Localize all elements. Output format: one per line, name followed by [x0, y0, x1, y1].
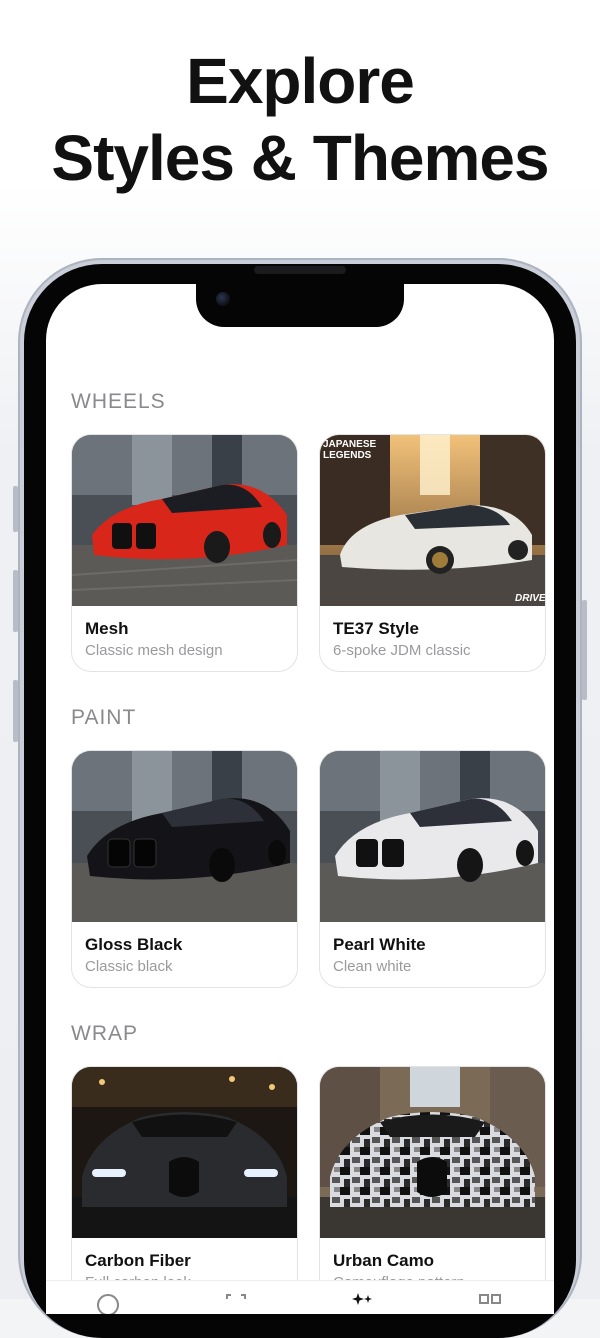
style-card-mesh[interactable]: Mesh Classic mesh design [71, 434, 298, 672]
app-screen: WHEELS Mesh Classic mesh design JAPANESE… [46, 284, 554, 1314]
style-card-pearl-white[interactable]: Pearl White Clean white [319, 750, 546, 988]
headline-line-2: Styles & Themes [51, 122, 549, 194]
headline: Explore Styles & Themes [0, 44, 600, 198]
section-title-paint: PAINT [71, 706, 137, 729]
phone-notch [196, 283, 404, 327]
card-title: Carbon Fiber [85, 1251, 191, 1270]
card-title: Mesh [85, 619, 129, 638]
sparkles-icon[interactable] [350, 1291, 374, 1314]
style-card-gloss-black[interactable]: Gloss Black Classic black [71, 750, 298, 988]
car-photo [72, 1067, 297, 1238]
card-title: Urban Camo [333, 1251, 435, 1270]
style-card-carbon-fiber[interactable]: Carbon Fiber Full carbon look [71, 1066, 298, 1304]
card-description: Classic mesh design [85, 642, 223, 659]
card-title: Pearl White [333, 935, 426, 954]
card-description: 6-spoke JDM classic [333, 642, 471, 659]
card-title: Gloss Black [85, 935, 183, 954]
section-title-wheels: WHEELS [71, 390, 166, 413]
style-card-urban-camo[interactable]: Urban Camo Camouflage pattern [319, 1066, 546, 1304]
phone-button-volume-up [13, 570, 18, 632]
car-photo [72, 751, 297, 922]
section-title-wrap: WRAP [71, 1022, 138, 1045]
grid-icon[interactable] [478, 1291, 502, 1314]
overlay-text-drive: DRIVE [515, 593, 545, 604]
car-photo: JAPANESE LEGENDS DRIVE [320, 435, 545, 606]
car-photo [320, 751, 545, 922]
headline-line-1: Explore [186, 45, 415, 117]
tab-bar [46, 1280, 554, 1314]
front-camera [216, 292, 230, 306]
card-title: TE37 Style [333, 619, 419, 638]
overlay-text-legends: LEGENDS [323, 450, 372, 461]
overlay-text-japanese: JAPANESE [323, 439, 376, 450]
car-photo [72, 435, 297, 606]
phone-button-power [582, 600, 587, 700]
scan-icon[interactable] [224, 1291, 248, 1314]
home-icon[interactable] [96, 1291, 120, 1314]
phone-speaker [254, 266, 346, 274]
car-photo [320, 1067, 545, 1238]
card-description: Classic black [85, 958, 173, 975]
phone-button-silent [13, 486, 18, 532]
style-card-te37[interactable]: JAPANESE LEGENDS DRIVE TE37 Style 6-spok… [319, 434, 546, 672]
phone-button-volume-down [13, 680, 18, 742]
card-description: Clean white [333, 958, 412, 975]
